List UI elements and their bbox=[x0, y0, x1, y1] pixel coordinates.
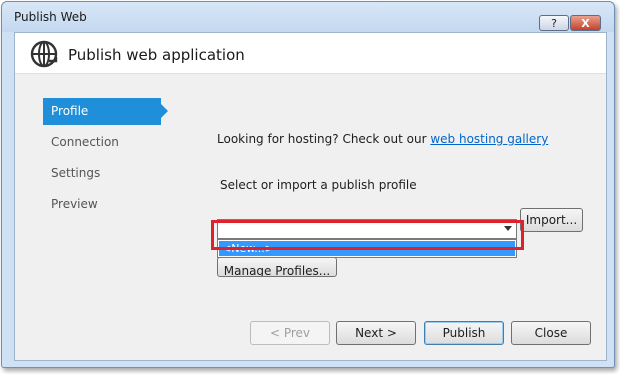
prev-button[interactable]: < Prev bbox=[250, 321, 330, 345]
next-button[interactable]: Next > bbox=[336, 321, 416, 345]
sidebar-item-connection[interactable]: Connection bbox=[43, 129, 161, 156]
sidebar-item-preview[interactable]: Preview bbox=[43, 191, 161, 218]
import-button[interactable]: Import... bbox=[520, 208, 583, 232]
annotation-highlight-box bbox=[211, 220, 524, 250]
help-button[interactable]: ? bbox=[539, 15, 569, 31]
publish-button[interactable]: Publish bbox=[424, 321, 504, 345]
close-button[interactable]: Close bbox=[511, 321, 591, 345]
window-title: Publish Web bbox=[14, 10, 87, 24]
manage-profiles-button[interactable]: Manage Profiles... bbox=[217, 257, 337, 277]
publish-web-dialog: Publish Web ? X Publish web application … bbox=[1, 1, 615, 368]
title-bar[interactable]: Publish Web ? X bbox=[2, 2, 614, 32]
page-title: Publish web application bbox=[68, 46, 245, 64]
web-hosting-gallery-link[interactable]: web hosting gallery bbox=[430, 132, 548, 146]
hosting-text: Looking for hosting? Check out our bbox=[217, 132, 431, 146]
dialog-body: Publish web application Profile Connecti… bbox=[14, 32, 607, 361]
hosting-prompt: Looking for hosting? Check out our web h… bbox=[217, 132, 548, 146]
close-window-button[interactable]: X bbox=[570, 15, 601, 31]
select-profile-label: Select or import a publish profile bbox=[220, 178, 417, 192]
wizard-content: Profile Connection Settings Preview Look… bbox=[15, 74, 606, 360]
sidebar-item-settings[interactable]: Settings bbox=[43, 160, 161, 187]
wizard-header: Publish web application bbox=[15, 33, 606, 74]
sidebar-item-profile[interactable]: Profile bbox=[43, 98, 168, 125]
globe-icon bbox=[30, 40, 58, 68]
